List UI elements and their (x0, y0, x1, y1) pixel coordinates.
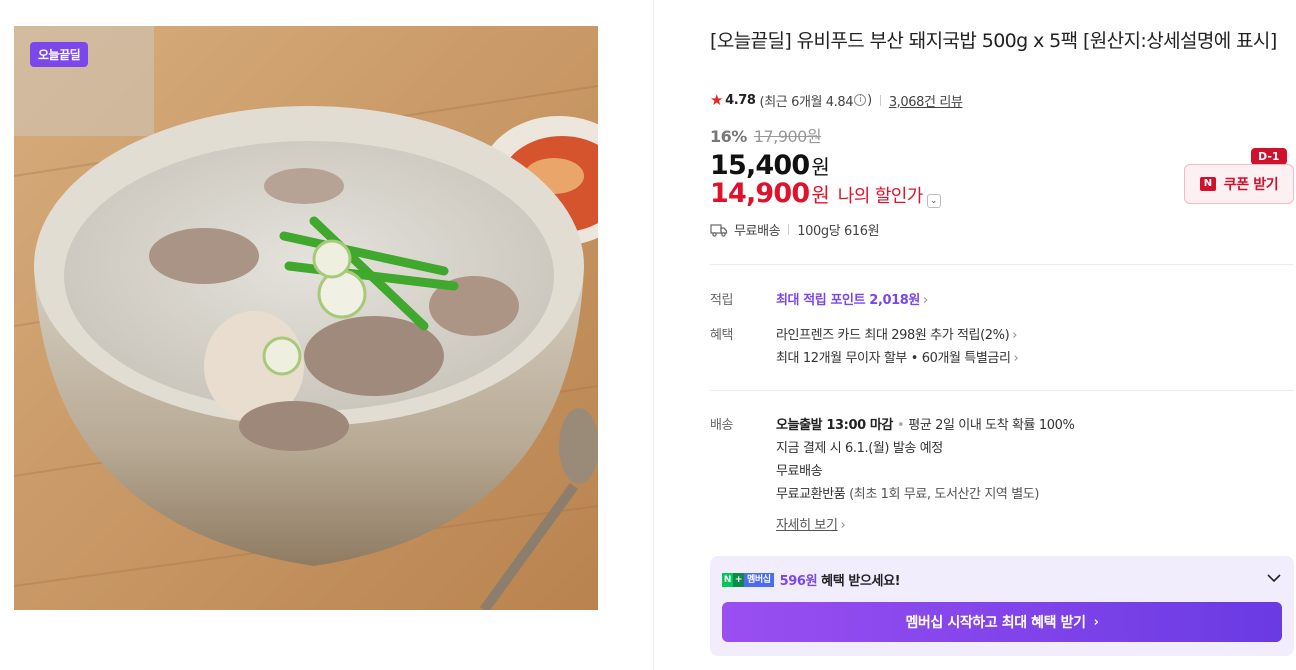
logo-membership: 멤버십 (744, 572, 774, 587)
recent-rating-close: ) (867, 92, 872, 108)
sale-price: 15,400 (710, 150, 810, 181)
naver-plus-logo: N + 멤버십 (722, 572, 774, 587)
my-price-unit: 원 (811, 183, 830, 207)
gukbap-bowl-illustration (14, 26, 598, 610)
delivery-label: 배송 (710, 418, 734, 433)
membership-text: 혜택 받으세요! (821, 574, 901, 589)
section-divider (710, 264, 1294, 265)
points-label: 적립 (710, 293, 734, 308)
free-exchange: 무료교환반품 (최초 1회 무료, 도서산간 지역 별도) (776, 483, 1039, 502)
recent-rating: (최근 6개월 4.84 (759, 94, 854, 110)
chevron-right-icon: › (1013, 351, 1019, 366)
free-exchange-note: (최초 1회 무료, 도서산간 지역 별도) (849, 487, 1039, 502)
my-price-row[interactable]: 14,900 원 나의 할인가 ⌄ (710, 178, 941, 209)
benefit-item[interactable]: 최대 12개월 무이자 할부 • 60개월 특별금리 › (776, 347, 1019, 366)
chevron-right-icon: › (1093, 614, 1099, 630)
details-link[interactable]: 자세히 보기 › (776, 514, 846, 533)
chevron-down-icon[interactable]: ⌄ (926, 194, 941, 208)
separator (879, 94, 881, 106)
section-divider (710, 390, 1294, 391)
free-shipping: 무료배송 (776, 464, 823, 479)
product-title: [오늘끝딜] 유비푸드 부산 돼지국밥 500g x 5팩 [원산지:상세설명에… (710, 30, 1277, 52)
sale-price-unit: 원 (811, 155, 830, 179)
info-icon[interactable]: i (854, 94, 867, 106)
membership-summary[interactable]: N + 멤버십 596원 혜택 받으세요! (722, 570, 901, 589)
dispatch-schedule: 지금 결제 시 6.1.(월) 발송 예정 (776, 441, 943, 456)
d-day-badge: D-1 (1251, 148, 1287, 169)
benefit-installment: 최대 12개월 무이자 할부 • 60개월 특별금리 (776, 351, 1011, 366)
chevron-right-icon: › (922, 293, 928, 308)
rating-row: ★ 4.78 (최근 6개월 4.84 i ) 3,068건 리뷰 (710, 90, 963, 110)
product-image[interactable]: 오늘끝딜 (14, 26, 598, 610)
free-exchange-label: 무료교환반품 (776, 487, 846, 502)
logo-n: N (722, 572, 733, 587)
my-price: 14,900 (710, 178, 810, 209)
details-link-label: 자세히 보기 (776, 518, 838, 533)
membership-amount: 596원 (779, 574, 818, 589)
benefits-label: 혜택 (710, 328, 734, 343)
today-dispatch: 오늘출발 13:00 마감 (776, 418, 893, 433)
truck-icon (710, 223, 728, 237)
logo-plus: + (733, 572, 744, 587)
unit-price: 100g당 616원 (797, 224, 880, 239)
separator (788, 224, 790, 235)
chevron-down-icon[interactable] (1266, 570, 1282, 590)
column-divider (653, 0, 654, 670)
chevron-right-icon: › (840, 518, 846, 533)
review-count-link[interactable]: 3,068건 리뷰 (889, 91, 963, 110)
discount-row: 16% 17,900원 (710, 123, 822, 147)
benefit-item[interactable]: 라인프렌즈 카드 최대 298원 추가 적립(2%) › (776, 324, 1017, 343)
coupon-button[interactable]: N 쿠폰 받기 (1184, 164, 1294, 204)
benefit-card: 라인프렌즈 카드 최대 298원 추가 적립(2%) (776, 328, 1010, 343)
membership-button-label: 멤버십 시작하고 최대 혜택 받기 (905, 615, 1086, 631)
discount-rate: 16% (710, 127, 747, 146)
deal-badge: 오늘끝딜 (30, 42, 89, 67)
shipping-summary: 무료배송 100g당 616원 (710, 220, 880, 239)
membership-start-button[interactable]: 멤버십 시작하고 최대 혜택 받기 › (722, 602, 1282, 642)
delivery-today: 오늘출발 13:00 마감 • 평균 2일 이내 도착 확률 100% (776, 414, 1075, 433)
rating-score: 4.78 (725, 92, 756, 108)
points-text: 최대 적립 포인트 2,018원 (776, 293, 920, 308)
coupon-n-icon: N (1199, 177, 1216, 191)
average-arrival: 평균 2일 이내 도착 확률 100% (908, 418, 1075, 433)
chevron-right-icon: › (1012, 328, 1018, 343)
points-link[interactable]: 최대 적립 포인트 2,018원 › (776, 289, 928, 308)
sale-price-row: 15,400 원 (710, 150, 830, 181)
coupon-label: 쿠폰 받기 (1223, 177, 1279, 193)
original-price: 17,900원 (753, 127, 822, 146)
my-price-label: 나의 할인가 (837, 186, 924, 207)
free-shipping-label: 무료배송 (734, 224, 781, 239)
dot-separator: • (897, 418, 905, 433)
membership-box: N + 멤버십 596원 혜택 받으세요! 멤버십 시작하고 최대 혜택 받기 › (710, 556, 1294, 656)
star-icon: ★ (710, 91, 724, 109)
